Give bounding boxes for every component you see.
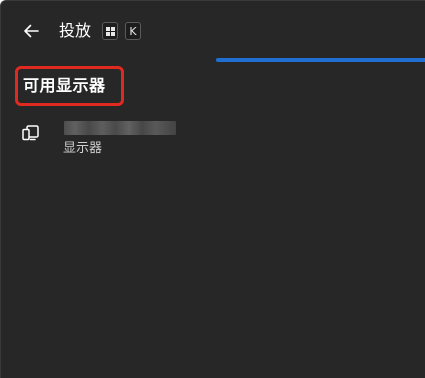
device-name-obscured [64,121,176,135]
device-list-item[interactable]: 显示器 [15,115,315,163]
shortcut-key-windows [102,22,118,40]
section-title-available-displays: 可用显示器 [23,76,106,95]
arrow-left-icon [24,24,39,38]
page-title: 投放 [59,21,92,40]
shortcut-key-k: K [125,22,141,40]
searching-progress-bar [216,58,425,62]
back-button[interactable] [17,19,45,43]
windows-logo-icon [105,26,115,36]
device-type-label: 显示器 [63,141,103,156]
cast-display-icon [22,125,39,141]
panel-header: 投放 K [1,15,425,47]
cast-panel: 投放 K 可用显示器 显示器 [0,0,425,378]
